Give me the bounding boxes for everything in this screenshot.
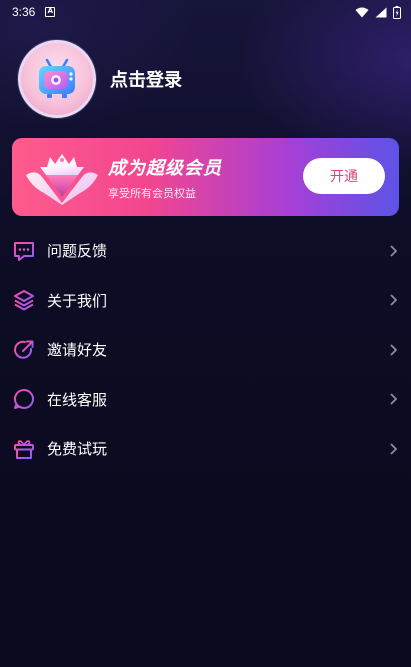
chevron-right-icon (390, 393, 397, 405)
menu-item-about[interactable]: 关于我们 (0, 276, 411, 326)
menu-item-label: 关于我们 (47, 291, 108, 310)
share-arrow-icon (12, 338, 36, 362)
vip-title: 成为超级会员 (108, 158, 222, 179)
vip-subtitle: 享受所有会员权益 (108, 187, 196, 200)
profile-screen: 3:36 A 点击登录 成为超级会员 享受所有会员权益 开通 问题反馈 关于我们… (0, 0, 411, 667)
chevron-right-icon (390, 245, 397, 257)
signal-icon (375, 7, 387, 17)
chevron-right-icon (390, 344, 397, 356)
avatar[interactable] (18, 40, 96, 118)
chevron-right-icon (390, 443, 397, 455)
chevron-right-icon (390, 294, 397, 306)
menu-item-label: 问题反馈 (47, 242, 108, 261)
menu-item-label: 免费试玩 (47, 440, 108, 459)
wifi-icon (355, 7, 369, 17)
menu-item-label: 邀请好友 (47, 341, 108, 360)
layers-icon (12, 288, 36, 312)
menu-item-feedback[interactable]: 问题反馈 (0, 226, 411, 276)
feedback-chat-icon (12, 239, 36, 263)
profile-header[interactable]: 点击登录 (18, 40, 182, 118)
tv-avatar-icon (39, 58, 75, 98)
status-icons (355, 5, 401, 19)
vip-diamond-crown-icon (26, 154, 98, 205)
login-label[interactable]: 点击登录 (110, 66, 182, 92)
menu-item-invite[interactable]: 邀请好友 (0, 325, 411, 375)
menu-item-label: 在线客服 (47, 390, 108, 409)
customer-service-chat-icon (12, 387, 36, 411)
status-time: 3:36 (12, 5, 36, 19)
notification-icon: A (45, 7, 56, 17)
vip-banner[interactable]: 成为超级会员 享受所有会员权益 开通 (12, 138, 399, 216)
gift-icon (12, 437, 36, 461)
settings-menu: 问题反馈 关于我们 邀请好友 在线客服 免费试玩 (0, 226, 411, 474)
menu-item-free-trial[interactable]: 免费试玩 (0, 424, 411, 474)
vip-open-button[interactable]: 开通 (303, 158, 385, 194)
battery-icon (393, 5, 401, 19)
status-bar: 3:36 A (0, 0, 411, 24)
menu-item-customer-service[interactable]: 在线客服 (0, 375, 411, 425)
